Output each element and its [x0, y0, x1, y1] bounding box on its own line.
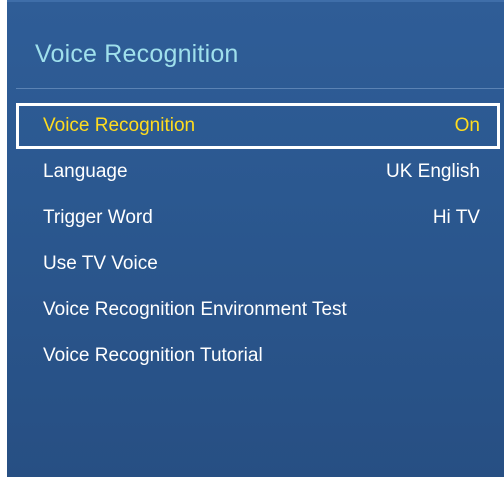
menu-item-label: Trigger Word [43, 207, 153, 228]
settings-menu: Voice Recognition On Language UK English… [16, 103, 500, 379]
menu-item-use-tv-voice[interactable]: Use TV Voice [16, 241, 500, 287]
menu-item-label: Language [43, 161, 128, 182]
menu-item-trigger-word[interactable]: Trigger Word Hi TV [16, 195, 500, 241]
menu-item-language[interactable]: Language UK English [16, 149, 500, 195]
menu-item-voice-recognition[interactable]: Voice Recognition On [16, 103, 500, 149]
menu-item-label: Use TV Voice [43, 253, 158, 274]
menu-item-value: Hi TV [432, 207, 480, 228]
menu-item-tutorial[interactable]: Voice Recognition Tutorial [16, 333, 500, 379]
panel-title: Voice Recognition [35, 40, 239, 68]
menu-item-value: UK English [386, 161, 480, 182]
menu-item-value: On [454, 115, 480, 136]
menu-item-label: Voice Recognition Environment Test [43, 299, 347, 320]
menu-item-label: Voice Recognition Tutorial [43, 345, 263, 366]
title-divider [16, 88, 504, 89]
menu-item-label: Voice Recognition [43, 115, 196, 136]
menu-item-environment-test[interactable]: Voice Recognition Environment Test [16, 287, 500, 333]
voice-recognition-panel: Voice Recognition Voice Recognition On L… [7, 0, 504, 477]
